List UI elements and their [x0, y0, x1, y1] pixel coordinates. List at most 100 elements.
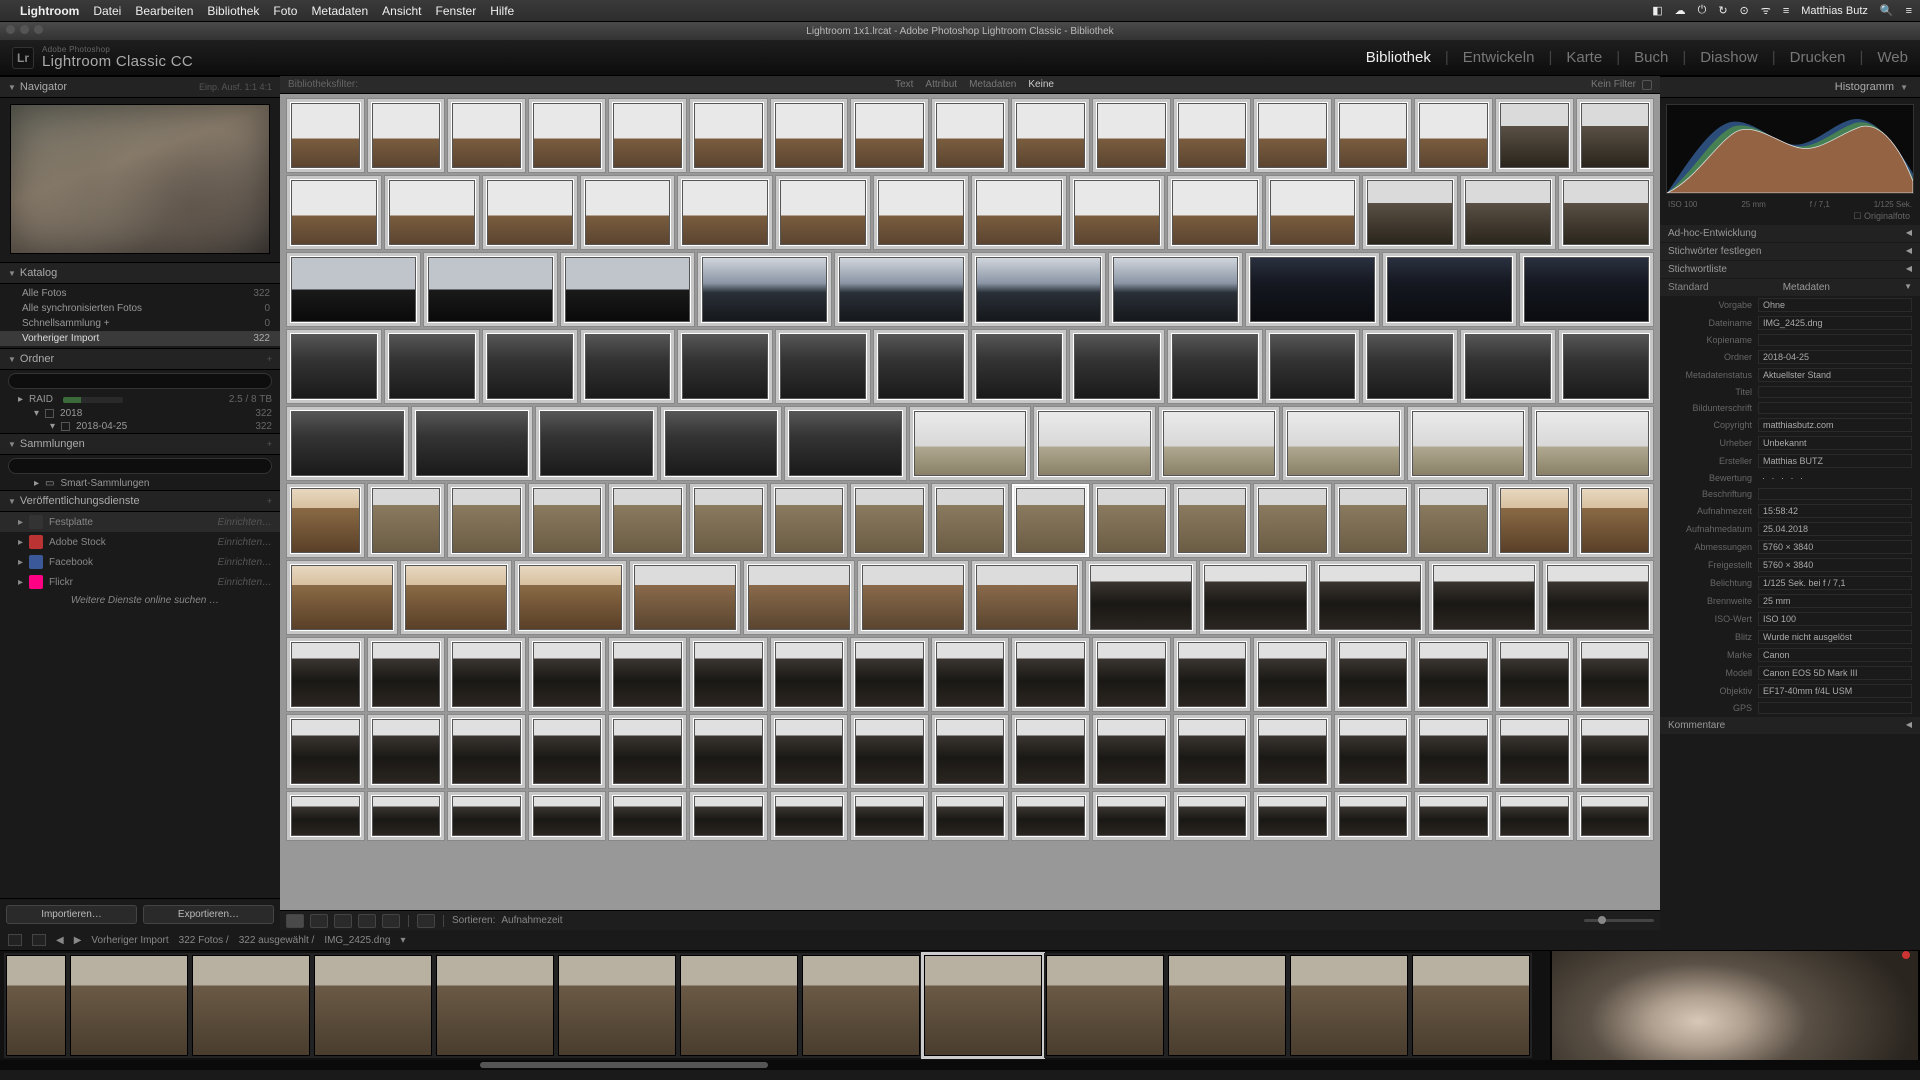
metadata-field[interactable]: ObjektivEF17-40mm f/4L USM	[1660, 682, 1920, 700]
grid-cell[interactable]	[1531, 406, 1654, 481]
module-diashow[interactable]: Diashow	[1700, 49, 1758, 66]
menubar-icon[interactable]: ≡	[1906, 5, 1912, 17]
grid-cell[interactable]	[367, 98, 446, 173]
grid-cell[interactable]	[689, 791, 768, 841]
quickdev-section[interactable]: Ad-hoc-Entwicklung◀	[1660, 225, 1920, 242]
grid-cell[interactable]	[677, 175, 773, 250]
grid-cell[interactable]	[1253, 637, 1332, 712]
folder-tree-row[interactable]: ▾2018-04-25322	[0, 420, 280, 433]
collections-search[interactable]	[8, 458, 272, 474]
grid-cell[interactable]	[1414, 714, 1493, 789]
metadata-field[interactable]: Titel	[1660, 384, 1920, 400]
metadata-field[interactable]: Bewertung· · · · ·	[1660, 470, 1920, 486]
grid-cell[interactable]	[931, 791, 1010, 841]
grid-cell[interactable]	[1542, 560, 1654, 635]
grid-cell[interactable]	[528, 98, 607, 173]
grid-view-icon[interactable]	[286, 914, 304, 928]
status-source[interactable]: Vorheriger Import	[91, 935, 168, 946]
menu-hilfe[interactable]: Hilfe	[490, 4, 514, 18]
grid-cell[interactable]	[286, 560, 398, 635]
grid-cell[interactable]	[784, 406, 907, 481]
grid-cell[interactable]	[1253, 483, 1332, 558]
grid-cell[interactable]	[608, 714, 687, 789]
filmstrip-thumb[interactable]	[1168, 955, 1286, 1056]
navigator-preview[interactable]	[10, 104, 270, 254]
grid-cell[interactable]	[971, 252, 1106, 327]
grid-cell[interactable]	[1092, 483, 1171, 558]
grid-cell[interactable]	[770, 791, 849, 841]
grid-cell[interactable]	[677, 329, 773, 404]
grid-cell[interactable]	[1334, 98, 1413, 173]
grid-cell[interactable]	[608, 791, 687, 841]
grid-cell[interactable]	[850, 98, 929, 173]
grid-cell[interactable]	[689, 98, 768, 173]
grid-cell[interactable]	[1576, 791, 1655, 841]
grid-cell[interactable]	[528, 714, 607, 789]
grid-cell[interactable]	[286, 329, 382, 404]
collections-header[interactable]: ▼Sammlungen+	[0, 433, 280, 455]
grid-cell[interactable]	[1253, 791, 1332, 841]
navigator-header[interactable]: ▼Navigator Einp. Ausf. 1:1 4:1	[0, 76, 280, 98]
grid-cell[interactable]	[1092, 714, 1171, 789]
catalog-header[interactable]: ▼Katalog	[0, 262, 280, 284]
module-buch[interactable]: Buch	[1634, 49, 1668, 66]
menu-ansicht[interactable]: Ansicht	[382, 4, 421, 18]
sort-value[interactable]: Aufnahmezeit	[501, 915, 562, 926]
metadata-field[interactable]: Kopiename	[1660, 332, 1920, 348]
keywordlist-section[interactable]: Stichwortliste◀	[1660, 261, 1920, 278]
publish-service-row[interactable]: ▸FacebookEinrichten…	[0, 552, 280, 572]
grid-cell[interactable]	[1428, 560, 1540, 635]
filmstrip-thumb[interactable]	[1046, 955, 1164, 1056]
grid-cell[interactable]	[1245, 252, 1380, 327]
compare-view-icon[interactable]	[334, 914, 352, 928]
filmstrip-thumb[interactable]	[558, 955, 676, 1056]
catalog-row[interactable]: Alle synchronisierten Fotos0	[0, 301, 280, 316]
grid-cell[interactable]	[850, 483, 929, 558]
grid-cell[interactable]	[1334, 714, 1413, 789]
histogram-header[interactable]: Histogramm▼	[1660, 76, 1920, 98]
filmstrip-thumb[interactable]	[70, 955, 188, 1056]
grid-cell[interactable]	[1011, 483, 1090, 558]
grid-cell[interactable]	[1265, 175, 1361, 250]
filter-attribute[interactable]: Attribut	[925, 79, 957, 90]
grid-cell[interactable]	[528, 791, 607, 841]
grid-cell[interactable]	[1576, 98, 1655, 173]
survey-view-icon[interactable]	[358, 914, 376, 928]
app-menu[interactable]: Lightroom	[20, 4, 79, 18]
grid-cell[interactable]	[689, 714, 768, 789]
publish-header[interactable]: ▼Veröffentlichungsdienste+	[0, 490, 280, 512]
grid-cell[interactable]	[608, 98, 687, 173]
catalog-row[interactable]: Schnellsammlung +0	[0, 316, 280, 331]
meta-preset[interactable]: VorgabeOhne	[1660, 296, 1920, 314]
grid-cell[interactable]	[834, 252, 969, 327]
grid-cell[interactable]	[971, 329, 1067, 404]
filter-preset[interactable]: Kein Filter	[1591, 79, 1636, 90]
metadata-field[interactable]: Brennweite25 mm	[1660, 592, 1920, 610]
grid-cell[interactable]	[1011, 714, 1090, 789]
publish-service-row[interactable]: ▸FestplatteEinrichten…	[0, 512, 280, 532]
spotlight-icon[interactable]: 🔍	[1880, 4, 1894, 17]
grid-cell[interactable]	[857, 560, 969, 635]
grid-cell[interactable]	[367, 791, 446, 841]
import-button[interactable]: Importieren…	[6, 905, 137, 924]
grid-cell[interactable]	[770, 483, 849, 558]
grid-cell[interactable]	[1414, 791, 1493, 841]
grid-cell[interactable]	[447, 637, 526, 712]
grid-cell[interactable]	[1362, 175, 1458, 250]
grid-cell[interactable]	[286, 791, 365, 841]
status-icon[interactable]: ≡	[1783, 5, 1789, 17]
grid-cell[interactable]	[1265, 329, 1361, 404]
grid-cell[interactable]	[873, 175, 969, 250]
metadata-field[interactable]: Copyrightmatthiasbutz.com	[1660, 416, 1920, 434]
filmstrip-thumb[interactable]	[6, 955, 66, 1056]
grid-cell[interactable]	[1173, 714, 1252, 789]
filmstrip-thumb[interactable]	[314, 955, 432, 1056]
comments-section[interactable]: Kommentare◀	[1660, 717, 1920, 734]
grid-cell[interactable]	[1033, 406, 1156, 481]
filmstrip-thumb[interactable]	[1290, 955, 1408, 1056]
folders-header[interactable]: ▼Ordner+	[0, 348, 280, 370]
grid-cell[interactable]	[423, 252, 558, 327]
grid-cell[interactable]	[447, 483, 526, 558]
grid-cell[interactable]	[1495, 714, 1574, 789]
painter-icon[interactable]	[417, 914, 435, 928]
